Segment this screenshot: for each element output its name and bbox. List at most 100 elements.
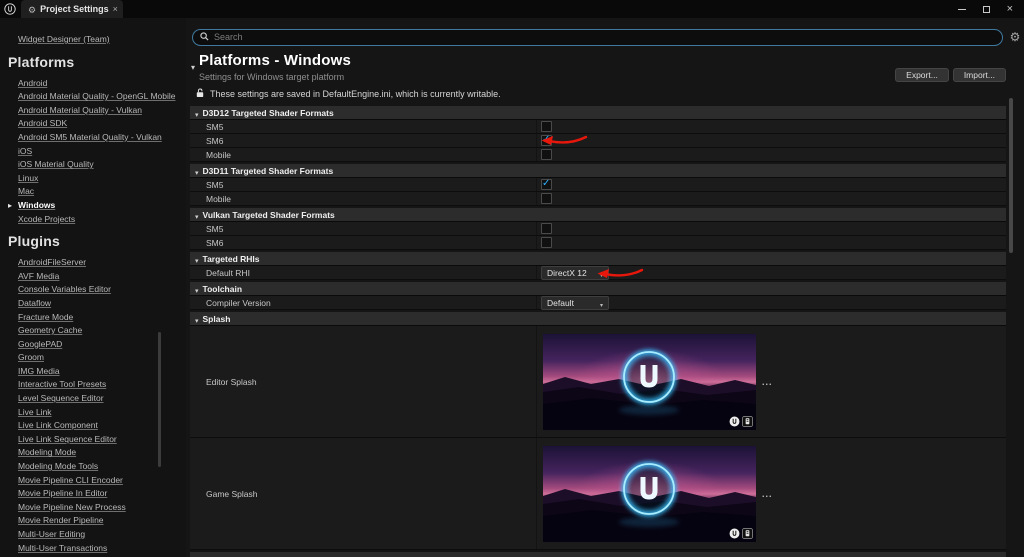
sidebar-item-label: Modeling Mode xyxy=(18,447,77,458)
sidebar-item[interactable]: Fracture Mode xyxy=(0,311,186,325)
section-d3d11-shader-formats: D3D11 Targeted Shader Formats SM5 Mobile xyxy=(190,164,1006,206)
sidebar-item[interactable]: Android xyxy=(0,77,186,91)
mobile-checkbox[interactable] xyxy=(541,149,552,160)
section-header[interactable]: D3D12 Targeted Shader Formats xyxy=(190,106,1006,120)
sidebar-item[interactable]: Windows xyxy=(0,199,186,213)
sidebar-item[interactable]: Linux xyxy=(0,172,186,186)
more-options-button[interactable]: ... xyxy=(762,377,773,387)
maximize-button[interactable] xyxy=(982,5,990,13)
collapse-caret-icon[interactable] xyxy=(191,57,195,82)
section-caret-icon xyxy=(195,310,199,328)
sm5-checkbox[interactable] xyxy=(541,121,552,132)
more-options-button[interactable]: ... xyxy=(762,489,773,499)
setting-label: Editor Splash xyxy=(190,326,537,437)
splash-badges xyxy=(729,415,753,427)
sidebar-item-label: Android SM5 Material Quality - Vulkan xyxy=(18,131,162,142)
ue-logo-badge xyxy=(729,528,740,539)
sidebar-item[interactable]: Android SM5 Material Quality - Vulkan xyxy=(0,131,186,145)
close-button[interactable] xyxy=(1007,4,1013,15)
section-header[interactable]: Vulkan Targeted Shader Formats xyxy=(190,208,1006,222)
sidebar-item-label: GooglePAD xyxy=(18,338,63,349)
section-title: Toolchain xyxy=(202,283,243,294)
sidebar-item[interactable]: iOS xyxy=(0,145,186,159)
import-button[interactable]: Import... xyxy=(952,68,1006,82)
sidebar-item-label: Movie Render Pipeline xyxy=(18,515,104,526)
header-buttons: Export... Import... xyxy=(895,68,1006,82)
compiler-version-dropdown[interactable]: Default xyxy=(541,295,609,310)
sidebar-item[interactable]: Mac xyxy=(0,185,186,199)
sm6-checkbox[interactable] xyxy=(541,237,552,248)
search-input[interactable] xyxy=(214,31,995,43)
setting-row: SM5 xyxy=(190,120,1006,134)
sidebar-item[interactable]: Android Material Quality - Vulkan xyxy=(0,104,186,118)
sidebar-item-label: Movie Pipeline New Process xyxy=(18,501,126,512)
sm5-checkbox[interactable] xyxy=(541,178,552,190)
sidebar-item[interactable]: AVF Media xyxy=(0,270,186,284)
page-title: Platforms - Windows xyxy=(199,52,352,69)
settings-gear-icon[interactable] xyxy=(1008,28,1022,46)
editor-splash-image[interactable] xyxy=(543,333,756,430)
sm6-checkbox[interactable] xyxy=(541,134,552,146)
sidebar-item-label: Live Link xyxy=(18,406,52,417)
sidebar-item[interactable]: Xcode Projects xyxy=(0,213,186,227)
game-splash-image[interactable] xyxy=(543,445,756,542)
export-button[interactable]: Export... xyxy=(895,68,949,82)
sidebar-item-label: iOS Material Quality xyxy=(18,159,94,170)
sidebar-item-label: AVF Media xyxy=(18,270,60,281)
sidebar-item-label: Android Material Quality - Vulkan xyxy=(18,104,142,115)
section-header[interactable]: D3D11 Targeted Shader Formats xyxy=(190,164,1006,178)
splash-badges xyxy=(729,527,753,539)
section-caret-icon xyxy=(195,206,199,224)
sidebar-item[interactable]: Console Variables Editor xyxy=(0,283,186,297)
section-header[interactable]: Toolchain xyxy=(190,282,1006,296)
main-scrollbar[interactable] xyxy=(1009,98,1013,253)
sidebar-item-label: IMG Media xyxy=(18,365,60,376)
sidebar-item-label: Linux xyxy=(18,172,39,183)
sidebar-scrollbar[interactable] xyxy=(158,332,161,467)
expand-caret-icon xyxy=(8,199,12,213)
setting-label: SM5 xyxy=(190,178,537,191)
sidebar-item[interactable]: Movie Pipeline CLI Encoder xyxy=(0,474,186,488)
sidebar-item[interactable]: Multi-User Transactions xyxy=(0,542,186,556)
sm5-checkbox[interactable] xyxy=(541,223,552,234)
sidebar-item[interactable]: Dataflow xyxy=(0,297,186,311)
config-file-notice: These settings are saved in DefaultEngin… xyxy=(196,88,1024,100)
setting-label: Compiler Version xyxy=(190,296,537,309)
search-input-wrapper xyxy=(192,28,1003,46)
tab-title: Project Settings xyxy=(40,4,109,14)
sidebar-item[interactable]: Multi-User Editing xyxy=(0,528,186,542)
setting-row: SM5 xyxy=(190,222,1006,236)
section-header[interactable]: Targeted RHIs xyxy=(190,252,1006,266)
default-rhi-dropdown[interactable]: DirectX 12 xyxy=(541,264,609,282)
section-header[interactable]: Splash xyxy=(190,312,1006,326)
sidebar-item[interactable]: Movie Render Pipeline xyxy=(0,514,186,528)
sidebar-item-label: Windows xyxy=(18,199,56,210)
section-title: Targeted RHIs xyxy=(202,253,260,264)
mobile-checkbox[interactable] xyxy=(541,193,552,204)
search-icon xyxy=(200,28,209,46)
sidebar-item-widget-designer-team[interactable]: Widget Designer (Team) xyxy=(0,33,186,47)
sidebar-item[interactable]: Android Material Quality - OpenGL Mobile xyxy=(0,90,186,104)
tab-project-settings[interactable]: Project Settings xyxy=(21,0,123,18)
section-caret-icon xyxy=(195,104,199,122)
unreal-engine-logo-icon xyxy=(4,3,16,15)
sidebar-item[interactable]: iOS Material Quality xyxy=(0,158,186,172)
sidebar-item[interactable]: Movie Pipeline New Process xyxy=(0,501,186,515)
section-caret-icon xyxy=(195,250,199,268)
minimize-button[interactable] xyxy=(957,8,966,10)
notice-text: These settings are saved in DefaultEngin… xyxy=(210,89,501,99)
sidebar-item-label: Dataflow xyxy=(18,297,52,308)
settings-main-panel: Platforms - Windows Settings for Windows… xyxy=(186,18,1024,557)
sidebar-item-label: Interactive Tool Presets xyxy=(18,379,107,390)
sidebar-item[interactable]: AndroidFileServer xyxy=(0,256,186,270)
sidebar-item-label: Multi-User Transactions xyxy=(18,542,108,553)
sidebar-item[interactable]: Movie Pipeline In Editor xyxy=(0,487,186,501)
section-title: Splash xyxy=(202,313,231,324)
chevron-down-icon xyxy=(600,264,603,282)
epic-games-badge xyxy=(742,415,753,427)
settings-tab-icon xyxy=(28,0,36,18)
sidebar-item[interactable]: Android SDK xyxy=(0,117,186,131)
tab-close-icon[interactable] xyxy=(113,5,118,14)
partial-section-header[interactable] xyxy=(190,552,1006,557)
sidebar-item-label: Level Sequence Editor xyxy=(18,393,104,404)
